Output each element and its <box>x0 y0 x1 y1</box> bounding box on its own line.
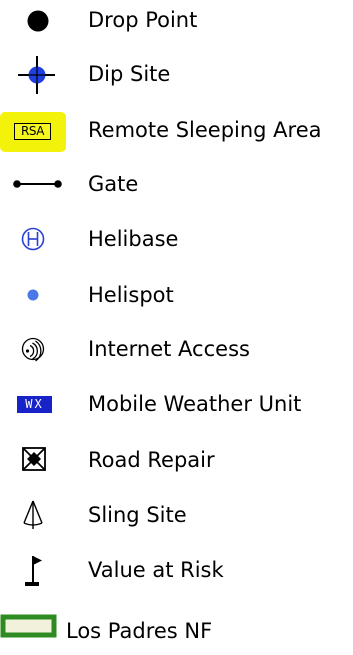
wx-tag-icon: WX <box>0 384 70 424</box>
legend-label: Gate <box>88 172 139 196</box>
helibase-circle-h-icon <box>0 219 70 259</box>
legend-label: Sling Site <box>88 503 187 527</box>
helispot-dot-icon <box>0 275 70 315</box>
legend-item-helibase: Helibase <box>0 219 353 259</box>
legend-item-drop-point: Drop Point <box>0 0 353 40</box>
legend-item-remote-sleeping-area: RSA Remote Sleeping Area <box>0 110 353 152</box>
legend-label: Remote Sleeping Area <box>88 118 322 142</box>
flag-icon <box>0 550 70 590</box>
legend-item-los-padres-nf: Los Padres NF <box>0 611 353 651</box>
road-repair-box-icon <box>0 440 70 480</box>
legend-label: Helispot <box>88 283 174 307</box>
legend-label: Drop Point <box>88 8 198 32</box>
legend-item-gate: Gate <box>0 164 353 204</box>
filled-circle-icon <box>0 0 70 40</box>
rsa-tag-text: RSA <box>14 123 51 140</box>
legend-label: Road Repair <box>88 448 215 472</box>
legend-item-dip-site: Dip Site <box>0 54 353 94</box>
legend-label: Helibase <box>88 227 179 251</box>
legend-item-mobile-weather-unit: WX Mobile Weather Unit <box>0 384 353 424</box>
sling-site-icon <box>0 495 70 535</box>
legend-item-internet-access: Internet Access <box>0 329 353 369</box>
legend-label: Internet Access <box>88 337 250 361</box>
legend-label: Value at Risk <box>88 558 224 582</box>
legend-label: Dip Site <box>88 62 171 86</box>
legend-item-value-at-risk: Value at Risk <box>0 550 353 590</box>
map-legend: Drop Point Dip Site RSA Remote Sleeping … <box>0 0 353 655</box>
rsa-tag-icon: RSA <box>0 110 70 152</box>
legend-label: Los Padres NF <box>66 619 213 643</box>
green-outline-rect-icon <box>0 611 70 651</box>
wx-tag-text: WX <box>17 396 52 413</box>
gate-line-icon <box>0 164 70 204</box>
legend-label: Mobile Weather Unit <box>88 392 302 416</box>
legend-item-road-repair: Road Repair <box>0 440 353 480</box>
wifi-circle-icon <box>0 329 70 369</box>
legend-item-sling-site: Sling Site <box>0 495 353 535</box>
legend-item-helispot: Helispot <box>0 275 353 315</box>
blue-crosshair-icon <box>0 54 70 94</box>
